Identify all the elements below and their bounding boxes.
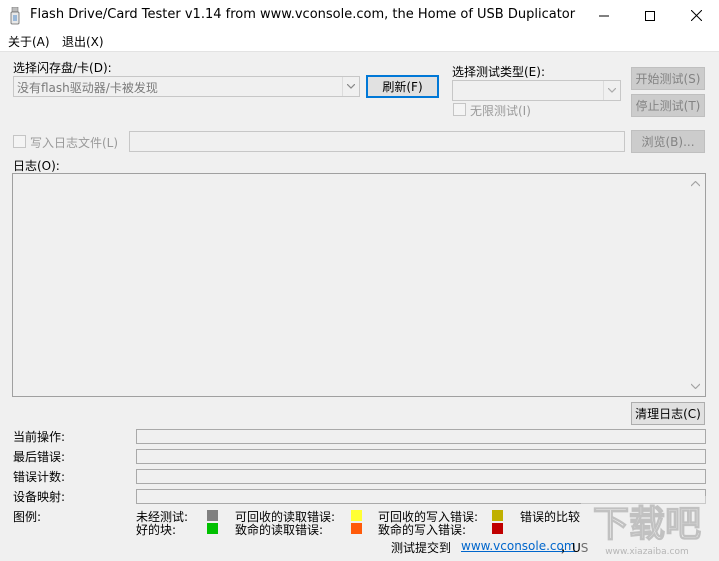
legend-recoverable-read-swatch bbox=[351, 510, 362, 521]
infinite-test-checkbox[interactable] bbox=[453, 103, 466, 116]
drive-select[interactable]: 没有flash驱动器/卡被发现 bbox=[13, 76, 360, 97]
log-label: 日志(O): bbox=[13, 159, 60, 173]
log-textarea[interactable] bbox=[12, 173, 706, 397]
last-error-label: 最后错误: bbox=[13, 450, 66, 464]
stop-test-button[interactable]: 停止测试(T) bbox=[631, 94, 705, 117]
legend-fatal-read-label: 致命的读取错误: bbox=[235, 523, 324, 537]
current-op-label: 当前操作: bbox=[13, 430, 66, 444]
error-count-label: 错误计数: bbox=[13, 470, 66, 484]
maximize-button[interactable] bbox=[627, 0, 673, 31]
legend-good-block-label: 好的块: bbox=[136, 523, 177, 537]
close-icon bbox=[690, 10, 702, 21]
legend-fatal-write-swatch bbox=[492, 523, 503, 534]
svg-text:下载吧: 下载吧 bbox=[593, 504, 701, 545]
chevron-down-icon bbox=[603, 81, 620, 100]
legend-fatal-write-label: 致命的写入错误: bbox=[378, 523, 467, 537]
log-scrollbar[interactable] bbox=[687, 175, 704, 395]
legend-fatal-read-swatch bbox=[351, 523, 362, 534]
browse-button[interactable]: 浏览(B)... bbox=[631, 130, 705, 153]
close-button[interactable] bbox=[673, 0, 719, 31]
last-error-bar bbox=[136, 449, 706, 464]
legend-good-block-swatch bbox=[207, 523, 218, 534]
test-type-select[interactable] bbox=[452, 80, 621, 101]
scroll-up-icon bbox=[691, 181, 700, 187]
error-count-bar bbox=[136, 469, 706, 484]
refresh-button[interactable]: 刷新(F) bbox=[366, 75, 439, 98]
vconsole-link[interactable]: www.vconsole.com bbox=[461, 539, 576, 553]
clear-log-button[interactable]: 清理日志(C) bbox=[631, 402, 705, 425]
menu-about[interactable]: 关于(A) bbox=[8, 33, 50, 50]
write-log-checkbox[interactable] bbox=[13, 135, 26, 148]
scroll-down-icon bbox=[691, 383, 700, 389]
log-file-path-input[interactable] bbox=[129, 131, 625, 152]
window-title: Flash Drive/Card Tester v1.14 from www.v… bbox=[30, 7, 576, 22]
menu-bar bbox=[0, 31, 719, 51]
legend-untested-swatch bbox=[207, 510, 218, 521]
maximize-icon bbox=[645, 10, 655, 21]
drive-select-label: 选择闪存盘/卡(D): bbox=[13, 61, 112, 75]
start-test-button[interactable]: 开始测试(S) bbox=[631, 67, 705, 90]
minimize-icon bbox=[599, 15, 609, 16]
xiazaiba-watermark-logo: 下载吧 www.xiazaiba.com bbox=[581, 496, 714, 558]
current-op-bar bbox=[136, 429, 706, 444]
legend-label: 图例: bbox=[13, 510, 42, 524]
chevron-down-icon bbox=[342, 77, 359, 96]
infinite-test-label: 无限测试(I) bbox=[470, 104, 531, 118]
submit-text: 测试提交到 bbox=[391, 541, 452, 555]
menu-exit[interactable]: 退出(X) bbox=[62, 33, 104, 50]
test-type-label: 选择测试类型(E): bbox=[452, 65, 545, 79]
usb-drive-icon bbox=[10, 7, 20, 25]
svg-text:www.xiazaiba.com: www.xiazaiba.com bbox=[605, 547, 689, 557]
device-map-label: 设备映射: bbox=[13, 490, 66, 504]
write-log-label: 写入日志文件(L) bbox=[30, 136, 119, 150]
legend-recoverable-write-swatch bbox=[492, 510, 503, 521]
legend-compare-error-label: 错误的比较 bbox=[520, 510, 581, 524]
drive-select-value: 没有flash驱动器/卡被发现 bbox=[17, 81, 158, 95]
minimize-button[interactable] bbox=[581, 0, 627, 31]
